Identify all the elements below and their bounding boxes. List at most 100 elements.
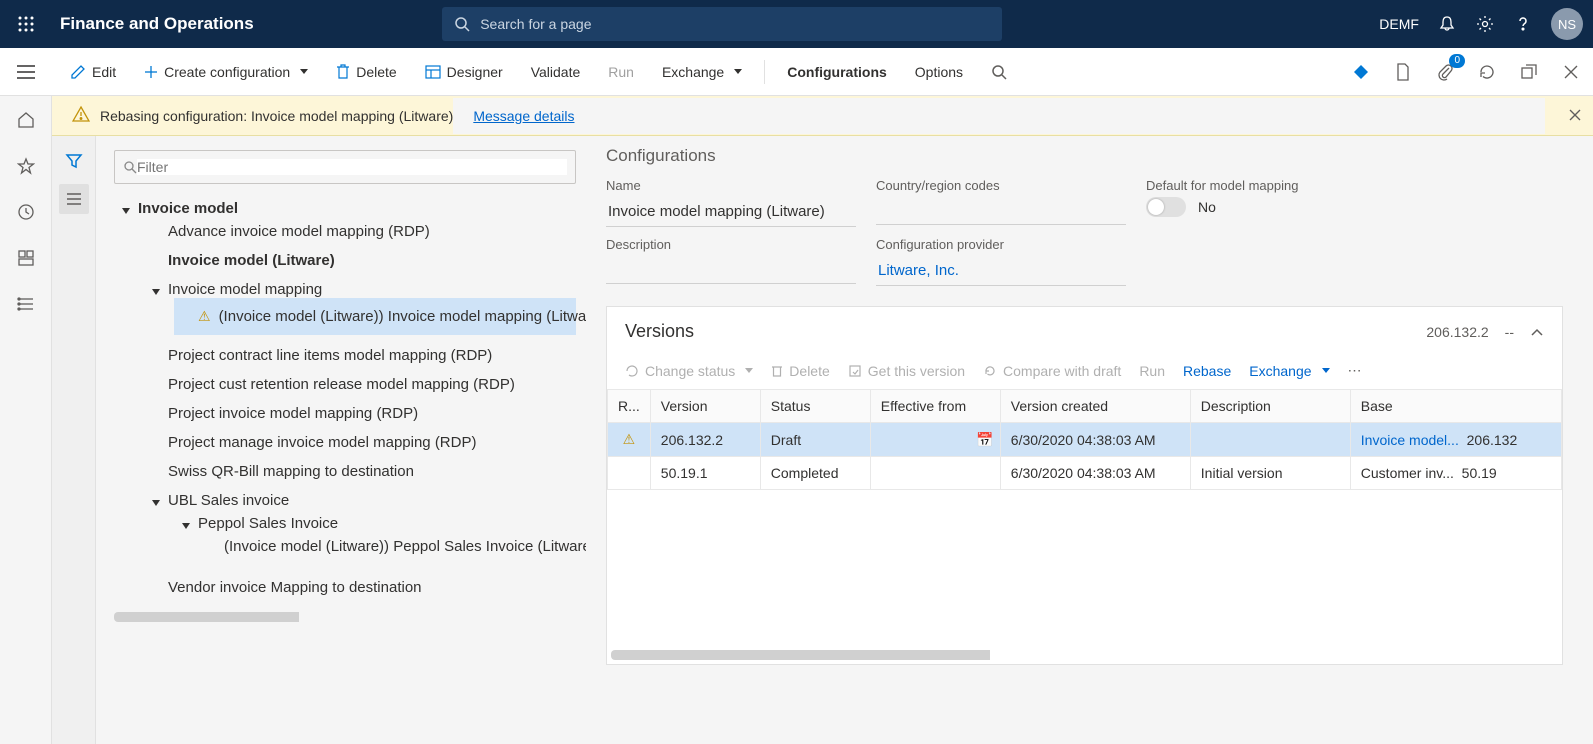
refresh-icon[interactable]	[1473, 58, 1501, 86]
page-icon[interactable]	[1389, 58, 1417, 86]
version-exchange-button[interactable]: Exchange	[1249, 363, 1329, 379]
country-field: Country/region codes	[876, 178, 1126, 227]
close-notification-icon[interactable]	[1569, 108, 1581, 124]
notifications-icon[interactable]	[1437, 14, 1457, 34]
versions-card: Versions 206.132.2 -- Change status Dele…	[606, 306, 1563, 665]
diamond-icon[interactable]	[1347, 58, 1375, 86]
col-description[interactable]: Description	[1190, 390, 1350, 423]
horizontal-scrollbar[interactable]	[114, 612, 576, 622]
home-icon[interactable]	[14, 108, 38, 132]
recent-icon[interactable]	[14, 200, 38, 224]
tree-item[interactable]: Project cust retention release model map…	[152, 376, 576, 393]
designer-button[interactable]: Designer	[415, 58, 513, 86]
app-title: Finance and Operations	[60, 14, 254, 34]
attachment-count-badge: 0	[1449, 54, 1465, 68]
name-value[interactable]: Invoice model mapping (Litware)	[606, 197, 856, 227]
search-icon	[123, 160, 137, 174]
left-nav	[0, 96, 52, 744]
create-configuration-button[interactable]: Create configuration	[134, 58, 318, 86]
more-actions-icon[interactable]: ⋯	[1348, 362, 1362, 379]
tree-node-invoice-model-mapping[interactable]: Invoice model mapping	[152, 281, 576, 298]
tree-pane: Invoice model Advance invoice model mapp…	[96, 136, 586, 744]
search-icon	[991, 64, 1007, 80]
version-header-value: 206.132.2	[1426, 324, 1488, 340]
row-warning-icon: ⚠	[608, 423, 651, 457]
rebase-button[interactable]: Rebase	[1183, 363, 1231, 379]
edit-button[interactable]: Edit	[60, 58, 126, 86]
attachments-icon[interactable]: 0	[1431, 58, 1459, 86]
message-details-link[interactable]: Message details	[453, 98, 1545, 134]
download-icon	[848, 364, 862, 378]
cycle-icon	[625, 364, 639, 378]
settings-icon[interactable]	[1475, 14, 1495, 34]
warning-icon	[72, 105, 90, 126]
tree-item[interactable]: Project manage invoice model mapping (RD…	[152, 434, 576, 451]
horizontal-scrollbar[interactable]	[611, 650, 1558, 660]
tree-item[interactable]: Advance invoice model mapping (RDP)	[152, 223, 576, 240]
versions-table: R... Version Status Effective from Versi…	[607, 389, 1562, 490]
plus-icon	[144, 65, 158, 79]
nav-toggle-icon[interactable]	[0, 48, 52, 96]
help-icon[interactable]	[1513, 14, 1533, 34]
tree-item[interactable]: Project contract line items model mappin…	[152, 347, 576, 364]
action-bar: Edit Create configuration Delete Designe…	[0, 48, 1593, 96]
details-pane: Configurations Name Invoice model mappin…	[586, 136, 1593, 744]
tree-item[interactable]: Invoice model (Litware)	[152, 252, 576, 269]
tree-filter-input[interactable]	[137, 159, 567, 175]
popout-icon[interactable]	[1515, 58, 1543, 86]
trash-icon	[336, 64, 350, 80]
col-created[interactable]: Version created	[1000, 390, 1190, 423]
options-button[interactable]: Options	[905, 58, 973, 86]
country-value[interactable]	[876, 197, 1126, 225]
col-version[interactable]: Version	[650, 390, 760, 423]
calendar-icon[interactable]: 📅	[976, 431, 993, 448]
chevron-down-icon	[734, 69, 742, 74]
close-icon[interactable]	[1557, 58, 1585, 86]
validate-button[interactable]: Validate	[521, 58, 591, 86]
configurations-heading: Configurations	[606, 146, 1563, 166]
col-base[interactable]: Base	[1350, 390, 1561, 423]
tree-item-selected[interactable]: ⚠(Invoice model (Litware)) Invoice model…	[182, 304, 576, 329]
tree-node-peppol[interactable]: Peppol Sales Invoice	[182, 515, 576, 532]
favorites-icon[interactable]	[14, 154, 38, 178]
tree-item[interactable]: Vendor invoice Mapping to destination	[152, 579, 576, 596]
list-view-icon[interactable]	[59, 184, 89, 214]
configurations-tab[interactable]: Configurations	[777, 58, 897, 86]
notification-bar: Rebasing configuration: Invoice model ma…	[0, 96, 1593, 136]
table-row[interactable]: 50.19.1 Completed 6/30/2020 04:38:03 AM …	[608, 457, 1562, 490]
user-avatar[interactable]: NS	[1551, 8, 1583, 40]
delete-button[interactable]: Delete	[326, 58, 406, 86]
modules-icon[interactable]	[14, 292, 38, 316]
default-mapping-toggle[interactable]: No	[1146, 197, 1426, 217]
company-code[interactable]: DEMF	[1379, 16, 1419, 32]
version-delete-button: Delete	[771, 363, 829, 379]
tree-item[interactable]: Project invoice model mapping (RDP)	[152, 405, 576, 422]
compare-button: Compare with draft	[983, 363, 1121, 379]
base-link[interactable]: Invoice model...	[1361, 432, 1459, 448]
tree-node-ubl-sales[interactable]: UBL Sales invoice	[152, 492, 576, 509]
tree-node-invoice-model[interactable]: Invoice model	[122, 200, 576, 217]
default-mapping-field: Default for model mapping No	[1146, 178, 1426, 227]
tree-item[interactable]: Swiss QR-Bill mapping to destination	[152, 463, 576, 480]
workspaces-icon[interactable]	[14, 246, 38, 270]
trash-icon	[771, 364, 783, 378]
get-version-button: Get this version	[848, 363, 965, 379]
topbar: Finance and Operations Search for a page…	[0, 0, 1593, 48]
filter-icon[interactable]	[59, 146, 89, 176]
description-value[interactable]	[606, 256, 856, 284]
global-search[interactable]: Search for a page	[442, 7, 1002, 41]
find-button[interactable]	[981, 58, 1017, 86]
col-status[interactable]: Status	[760, 390, 870, 423]
app-launcher-icon[interactable]	[10, 8, 42, 40]
tree-item[interactable]: (Invoice model (Litware)) Peppol Sales I…	[212, 538, 576, 555]
table-row[interactable]: ⚠ 206.132.2 Draft 📅 6/30/2020 04:38:03 A…	[608, 423, 1562, 457]
provider-link[interactable]: Litware, Inc.	[876, 256, 1126, 286]
col-effective[interactable]: Effective from	[870, 390, 1000, 423]
col-r[interactable]: R...	[608, 390, 651, 423]
designer-icon	[425, 64, 441, 80]
provider-field: Configuration provider Litware, Inc.	[876, 237, 1126, 286]
tree-filter[interactable]	[114, 150, 576, 184]
config-tree: Invoice model Advance invoice model mapp…	[114, 194, 576, 608]
collapse-icon[interactable]	[1530, 324, 1544, 340]
exchange-button[interactable]: Exchange	[652, 58, 752, 86]
